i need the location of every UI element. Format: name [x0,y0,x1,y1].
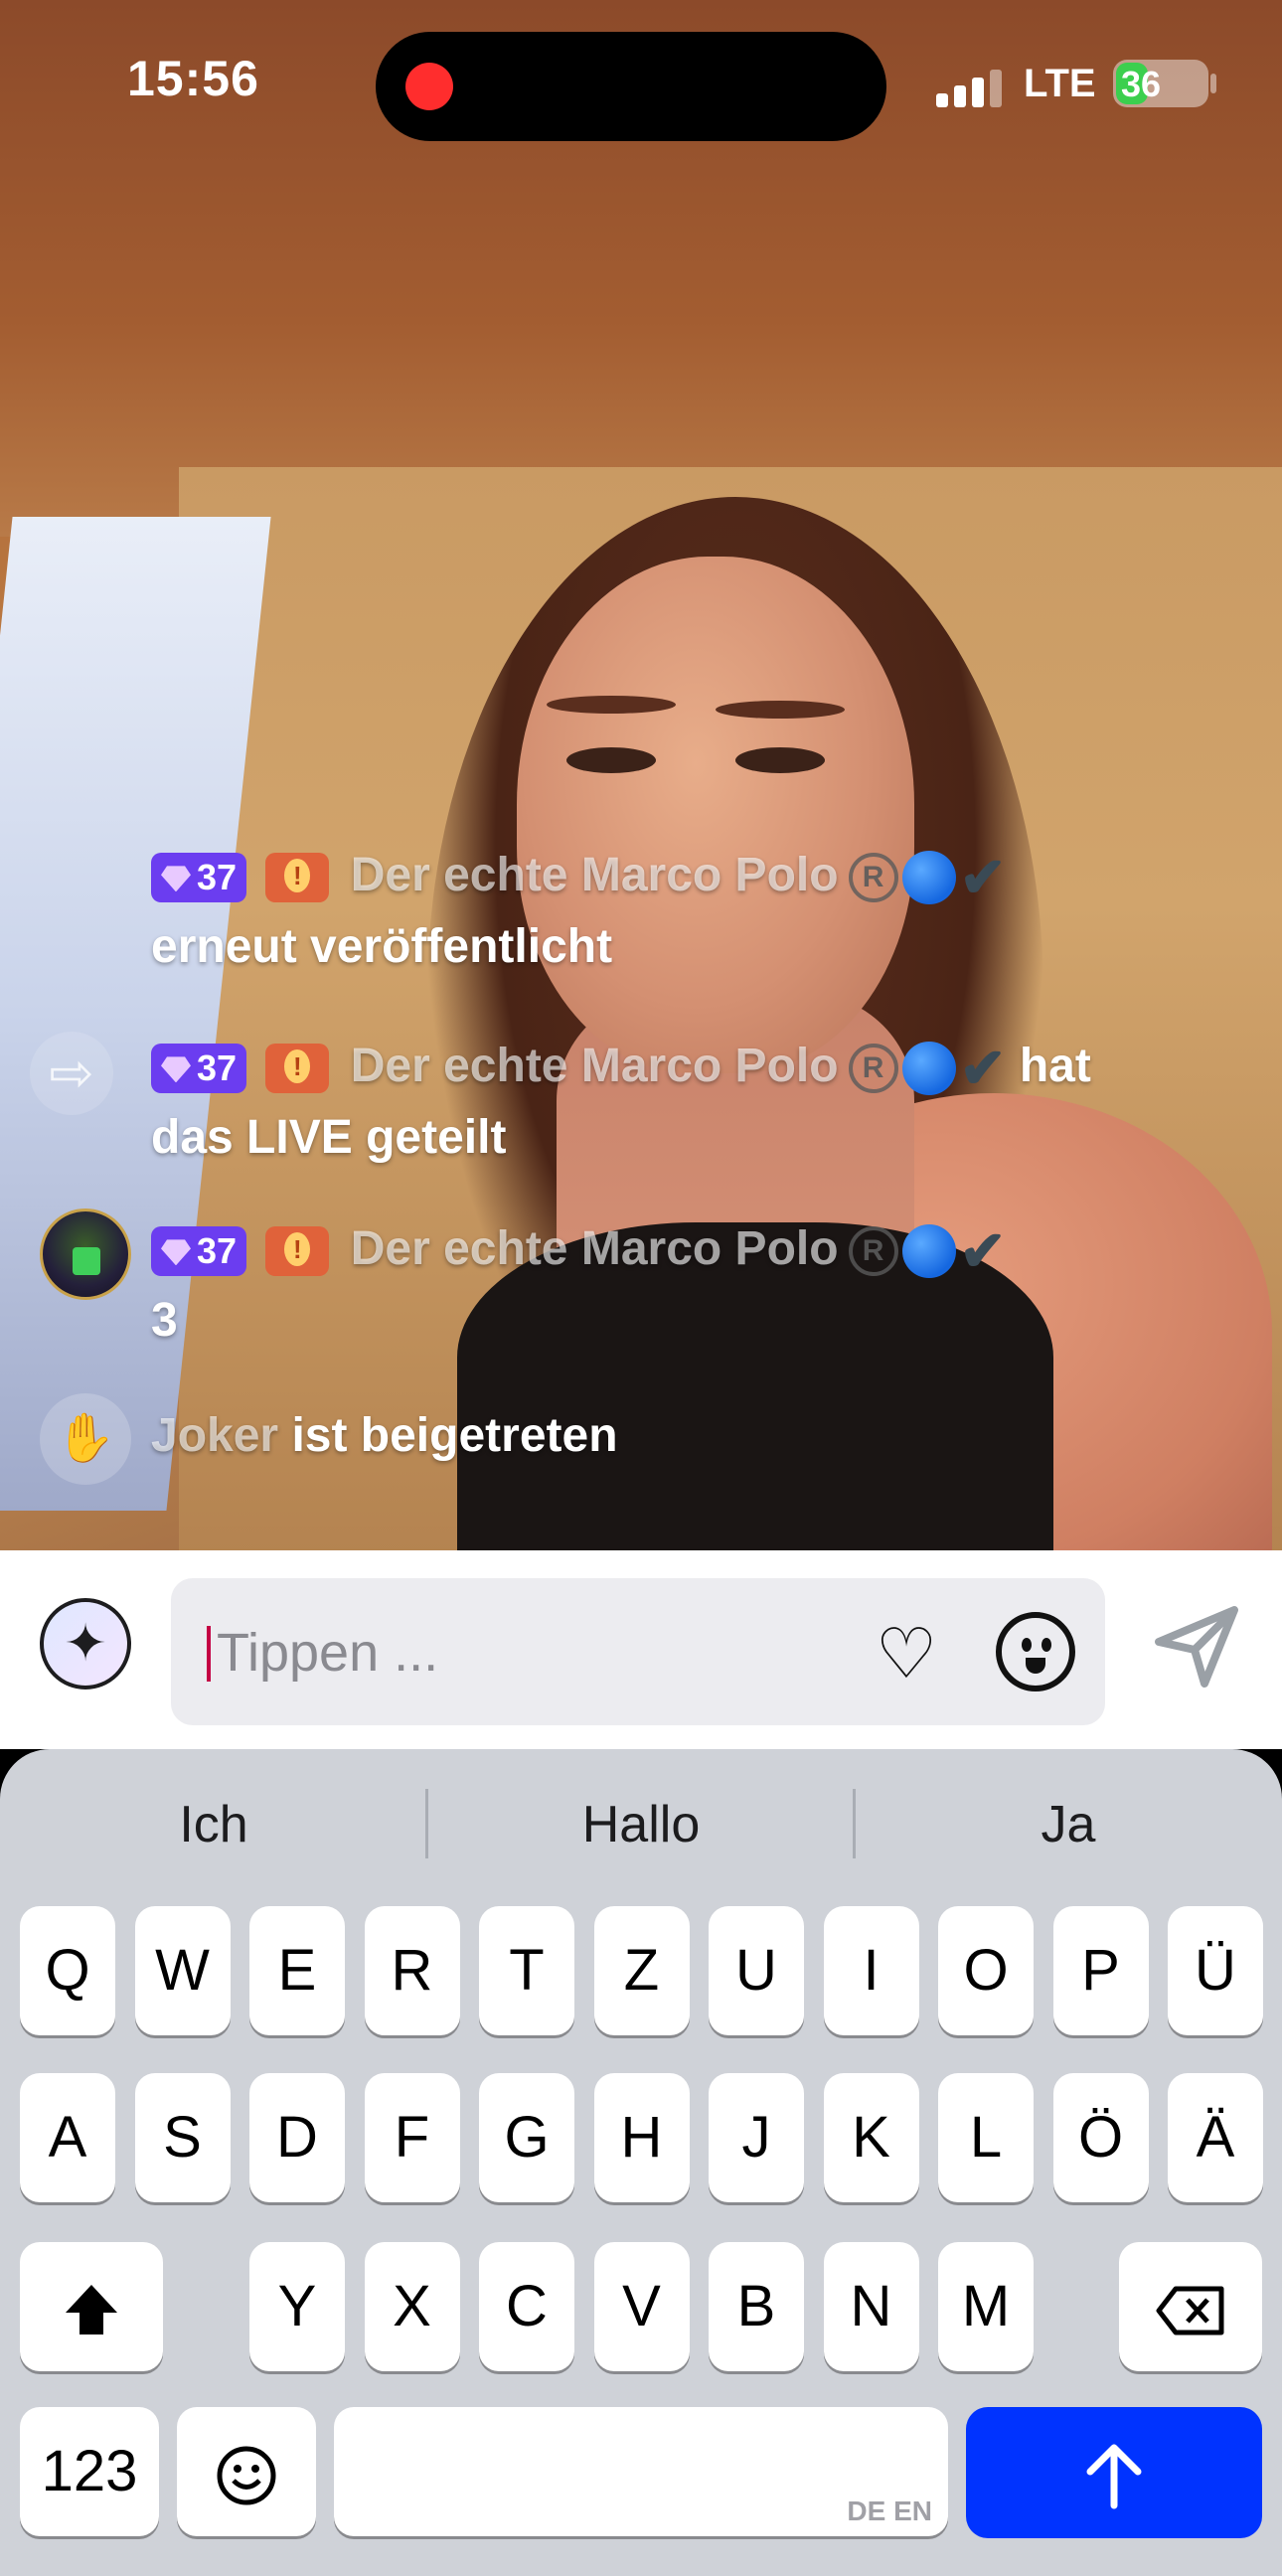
chat-username[interactable]: Der echte Marco Polo [351,1222,839,1275]
dynamic-island [376,32,886,141]
fan-heart-badge-icon [265,853,330,903]
fan-heart-badge-icon [265,1044,330,1094]
diamond-icon [161,866,191,892]
chat-text: das LIVE geteilt [151,1111,507,1165]
user-avatar[interactable] [40,1208,131,1300]
key-z[interactable]: Z [593,1906,690,2035]
suggestion-2[interactable]: Hallo [427,1795,855,1854]
level-badge: 37 [151,1226,247,1277]
key-k[interactable]: K [823,2073,919,2202]
registered-icon: R [848,1226,898,1277]
key-ö[interactable]: Ö [1052,2073,1149,2202]
delete-icon[interactable] [1119,2242,1262,2371]
shift-icon[interactable] [20,2242,163,2371]
chat-username[interactable]: Der echte Marco Polo [351,849,839,901]
text-caret [207,1626,211,1682]
send-icon[interactable] [1153,1602,1240,1690]
level-number: 37 [197,857,238,898]
diamond-icon [161,1056,191,1083]
key-g[interactable]: G [479,2073,574,2202]
recording-indicator-icon [405,63,453,110]
share-arrow-icon: ⇨ [30,1032,113,1115]
key-f[interactable]: F [364,2073,460,2202]
level-number: 37 [197,1230,238,1272]
check-icon: ✔ [959,846,1007,909]
key-a[interactable]: A [20,2073,115,2202]
live-video[interactable]: 37 Der echte Marco PoloR✔ erneut veröffe… [0,0,1282,1550]
heart-icon[interactable]: ♡ [867,1614,946,1693]
numbers-key[interactable]: 123 [20,2407,159,2536]
emoji-icon[interactable] [996,1612,1075,1691]
network-type: LTE [1024,62,1096,105]
key-q[interactable]: Q [20,1906,115,2035]
key-s[interactable]: S [134,2073,231,2202]
key-p[interactable]: P [1052,1906,1149,2035]
key-l[interactable]: L [938,2073,1034,2202]
keyboard: Ich Hallo Ja 123 DE EN QWERTZUIOPÜ ASDFGH… [0,1749,1282,2576]
level-badge: 37 [151,1044,247,1094]
video-eye-right [735,747,825,773]
return-arrow-icon[interactable] [966,2407,1262,2538]
comment-bar: ✦ Tippen ... ♡ [0,1550,1282,1749]
key-o[interactable]: O [938,1906,1034,2035]
key-w[interactable]: W [134,1906,231,2035]
key-ü[interactable]: Ü [1168,1906,1263,2035]
key-u[interactable]: U [709,1906,804,2035]
diamond-icon [161,1239,191,1266]
battery-level: 36 [1121,64,1162,104]
suggestion-3[interactable]: Ja [855,1795,1282,1854]
emoji-keyboard-icon[interactable] [177,2407,316,2536]
chat-text-inline: hat [1019,1040,1091,1092]
sparkle-icon[interactable]: ✦ [40,1598,131,1690]
key-c[interactable]: C [479,2242,574,2371]
video-face [517,557,914,1073]
level-badge: 37 [151,853,247,903]
chat-message-2: 37 Der echte Marco PoloR ✔ hat das LIVE g… [151,1032,1254,1173]
key-x[interactable]: X [364,2242,460,2371]
fan-heart-badge-icon [265,1226,330,1277]
wave-hand-icon: ✋ [40,1393,131,1485]
video-brow-left [547,696,676,714]
key-n[interactable]: N [823,2242,919,2371]
key-t[interactable]: T [479,1906,574,2035]
chat-message-3: 37 Der echte Marco PoloR ✔ 3 [151,1214,1254,1356]
status-time: 15:56 [127,51,259,106]
blue-circle-icon [901,851,956,905]
key-d[interactable]: D [249,2073,345,2202]
chat-username[interactable]: Joker [151,1409,278,1462]
comment-placeholder: Tippen ... [217,1623,439,1683]
key-m[interactable]: M [938,2242,1034,2371]
level-number: 37 [197,1047,238,1089]
blue-circle-icon [901,1224,956,1279]
registered-icon: R [848,853,898,903]
space-key[interactable]: DE EN [334,2407,948,2536]
key-i[interactable]: I [823,1906,919,2035]
signal-strength-icon [936,68,1002,107]
chat-text: 3 [151,1294,178,1348]
registered-icon: R [848,1044,898,1094]
comment-input[interactable]: Tippen ... ♡ [171,1578,1105,1725]
suggestion-1[interactable]: Ich [0,1795,427,1854]
chat-text: erneut veröffentlicht [151,920,613,974]
key-r[interactable]: R [364,1906,460,2035]
battery-icon: 36 [1113,60,1208,107]
key-b[interactable]: B [709,2242,804,2371]
key-ä[interactable]: Ä [1168,2073,1263,2202]
key-h[interactable]: H [593,2073,690,2202]
check-icon: ✔ [959,1219,1007,1283]
chat-text: ist beigetreten [291,1409,618,1462]
video-eye-left [566,747,656,773]
battery-cap [1210,74,1216,93]
chat-message-1: 37 Der echte Marco PoloR ✔ erneut veröffe… [151,841,1254,982]
check-icon: ✔ [959,1037,1007,1100]
key-e[interactable]: E [249,1906,345,2035]
chat-message-4: Joker ist beigetreten [151,1401,1254,1471]
key-v[interactable]: V [593,2242,690,2371]
chat-username[interactable]: Der echte Marco Polo [351,1040,839,1092]
blue-circle-icon [901,1042,956,1096]
language-indicator: DE EN [847,2496,932,2526]
video-brow-right [716,701,845,719]
key-y[interactable]: Y [249,2242,345,2371]
key-j[interactable]: J [709,2073,804,2202]
